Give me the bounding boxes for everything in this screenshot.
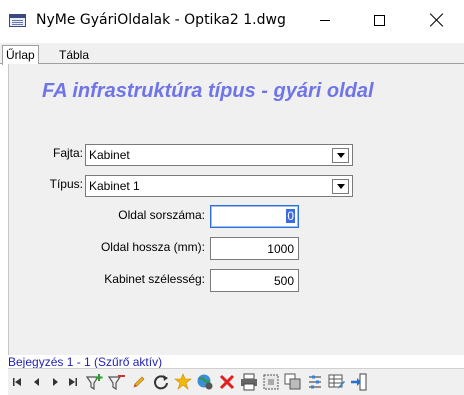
fajta-select[interactable]: Kabinet [85, 144, 353, 166]
oldal-sorszama-label: Oldal sorszáma: [118, 208, 205, 222]
filter-remove-button[interactable] [108, 372, 126, 392]
new-record-icon [174, 373, 192, 390]
new-record-button[interactable] [174, 372, 192, 392]
tab-tabla[interactable]: Tábla [56, 46, 92, 64]
maximize-button[interactable] [356, 0, 402, 40]
fajta-value: Kabinet [89, 148, 130, 162]
form-panel: FA infrastruktúra típus - gyári oldal Fa… [8, 64, 464, 355]
exit-button[interactable] [350, 372, 368, 392]
oldal-hossza-field[interactable]: 1000 [210, 237, 299, 260]
previous-record-button[interactable] [28, 372, 46, 392]
navigation-toolbar [8, 368, 464, 395]
web-link-button[interactable] [196, 372, 214, 392]
print-button[interactable] [240, 372, 258, 392]
tipus-dropdown-button[interactable] [332, 179, 349, 194]
table-edit-button[interactable] [328, 372, 346, 392]
kabinet-szelesseg-value: 500 [273, 274, 294, 288]
filter-add-button[interactable] [86, 372, 104, 392]
minimize-icon [320, 19, 330, 21]
filter-remove-icon [108, 375, 125, 391]
fajta-dropdown-button[interactable] [332, 148, 349, 163]
print-icon [241, 373, 257, 391]
web-link-icon [197, 374, 213, 390]
minimize-button[interactable] [302, 0, 348, 40]
close-button[interactable] [414, 0, 460, 40]
app-form-icon [9, 14, 26, 27]
exit-icon [351, 373, 367, 391]
refresh-button[interactable] [152, 372, 170, 392]
fajta-label: Fajta: [52, 146, 83, 160]
tipus-label: Típus: [49, 177, 83, 191]
tab-urlap[interactable]: Űrlap [2, 45, 39, 65]
delete-icon [219, 374, 235, 390]
refresh-icon [154, 375, 168, 390]
title-bar: NyMe GyáriOldalak - Optika2 1.dwg [0, 0, 464, 40]
next-record-button[interactable] [46, 372, 64, 392]
oldal-sorszama-value: 0 [286, 209, 295, 223]
oldal-hossza-label: Oldal hossza (mm): [100, 240, 205, 254]
kabinet-szelesseg-field[interactable]: 500 [210, 269, 299, 292]
copy-icon [284, 373, 301, 390]
first-record-icon [13, 378, 21, 386]
next-record-icon [53, 378, 58, 386]
edit-pencil-icon [133, 376, 145, 388]
filter-add-icon [86, 374, 103, 391]
oldal-hossza-value: 1000 [267, 242, 294, 256]
form-title: FA infrastruktúra típus - gyári oldal [42, 80, 374, 102]
record-status: Bejegyzés 1 - 1 (Szűrő aktív) [8, 355, 163, 369]
last-record-button[interactable] [64, 372, 82, 392]
chevron-down-icon [336, 153, 345, 158]
settings-icon [309, 375, 321, 389]
previous-record-icon [34, 378, 39, 386]
first-record-button[interactable] [8, 372, 26, 392]
select-frame-button[interactable] [262, 372, 280, 392]
chevron-down-icon [336, 184, 345, 189]
settings-button[interactable] [306, 372, 324, 392]
tipus-select[interactable]: Kabinet 1 [85, 175, 353, 197]
copy-button[interactable] [284, 372, 302, 392]
close-icon [430, 13, 444, 27]
tipus-value: Kabinet 1 [89, 179, 140, 193]
edit-button[interactable] [130, 372, 148, 392]
kabinet-szelesseg-label: Kabinet szélesség: [104, 272, 205, 286]
maximize-icon [373, 14, 385, 26]
last-record-icon [69, 378, 77, 386]
table-edit-icon [328, 374, 345, 389]
oldal-sorszama-field[interactable]: 0 [210, 205, 299, 228]
window-title: NyMe GyáriOldalak - Optika2 1.dwg [36, 12, 286, 28]
select-frame-icon [263, 374, 279, 390]
tab-strip: Űrlap Tábla [0, 43, 464, 65]
delete-button[interactable] [218, 372, 236, 392]
